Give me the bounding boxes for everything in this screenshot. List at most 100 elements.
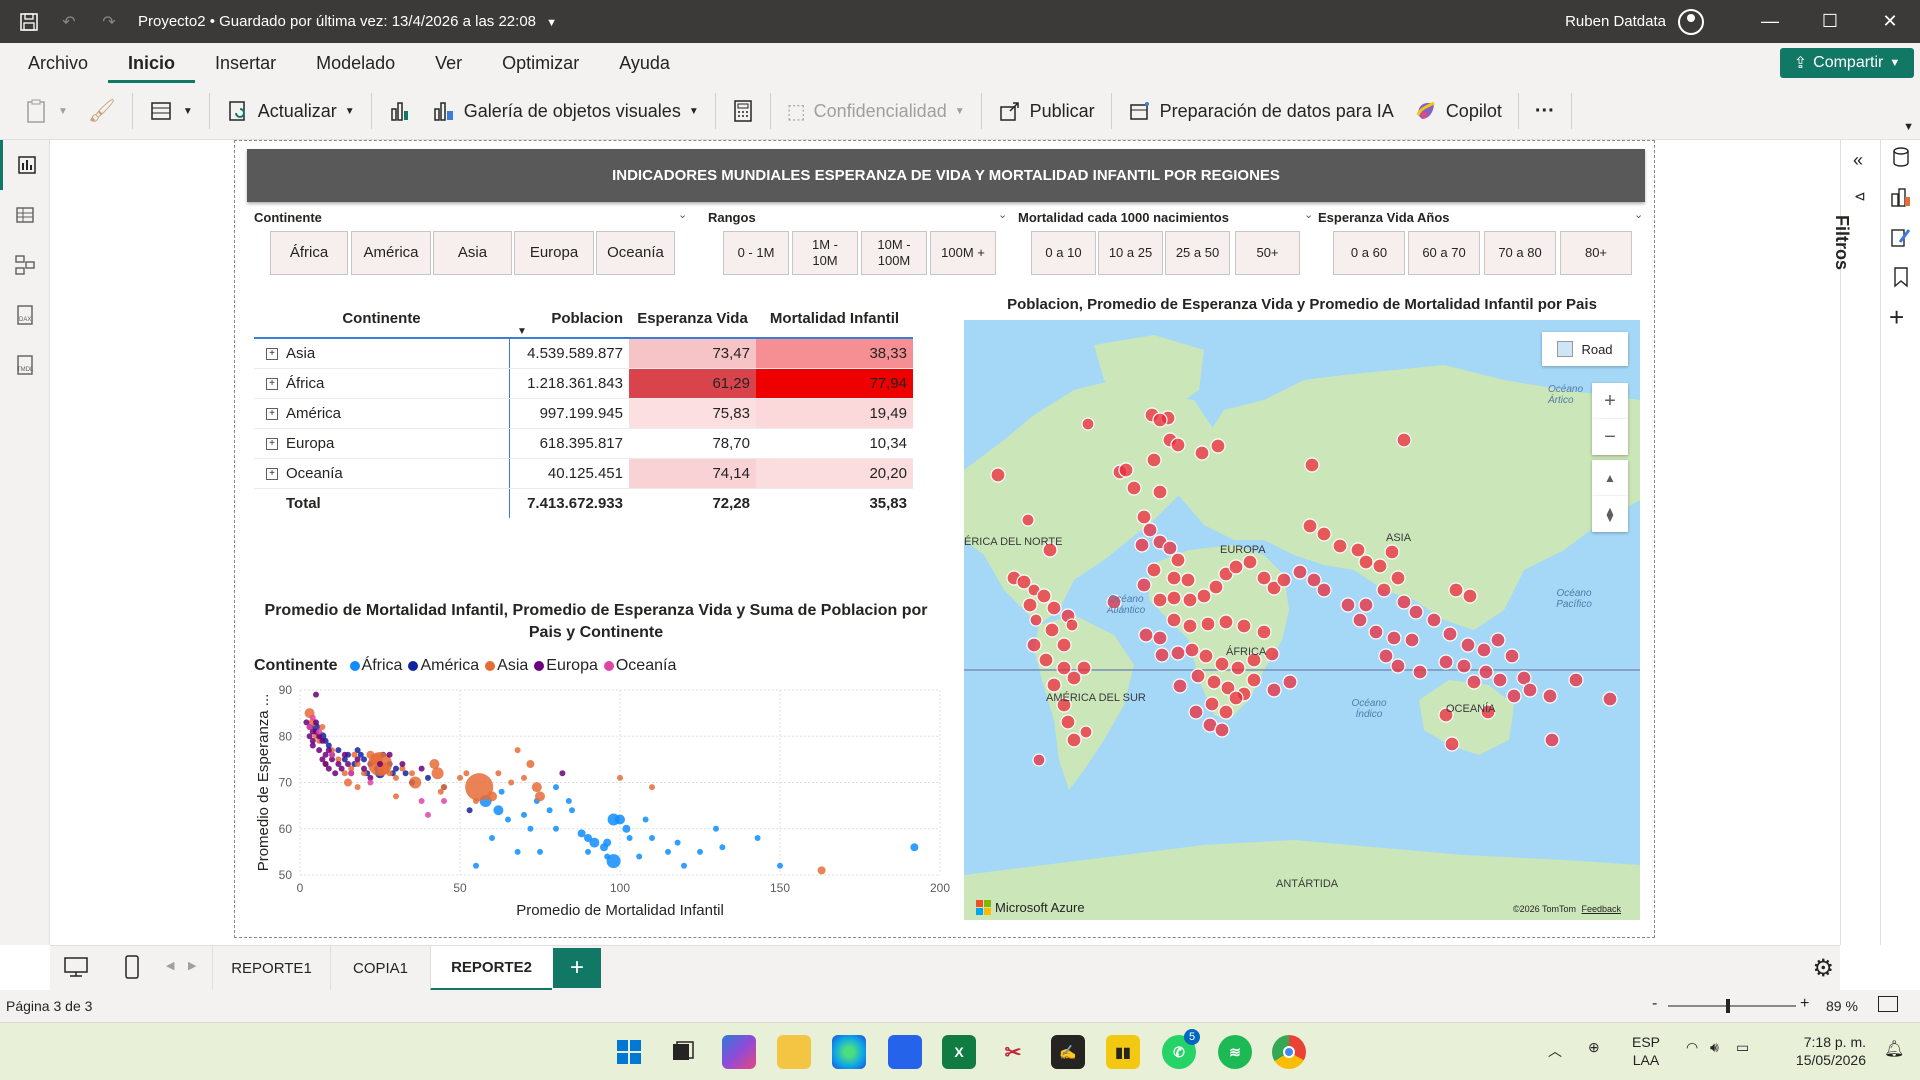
map-bubble[interactable]	[1218, 704, 1234, 720]
map-bubble[interactable]	[1204, 696, 1220, 712]
map-bubble[interactable]	[1376, 582, 1392, 598]
map-bubble[interactable]	[990, 467, 1006, 483]
map-bubble[interactable]	[1358, 597, 1374, 613]
map-bubble[interactable]	[1188, 704, 1204, 720]
map-bubble[interactable]	[1162, 540, 1178, 556]
copilot-button[interactable]: Copilot	[1404, 91, 1512, 131]
slicer-option-0-1m[interactable]: 0 - 1M	[723, 231, 789, 275]
scatter-point[interactable]	[777, 862, 783, 869]
map-bubble[interactable]	[1408, 604, 1424, 620]
map-bubble[interactable]	[1460, 637, 1476, 653]
menu-archivo[interactable]: Archivo	[8, 43, 108, 83]
map-bubble[interactable]	[1378, 648, 1394, 664]
user-name[interactable]: Ruben Datdata	[1565, 13, 1666, 30]
map-bubble[interactable]	[1142, 522, 1158, 538]
scatter-point[interactable]	[393, 765, 399, 772]
windows-start-icon[interactable]	[612, 1035, 646, 1069]
slicer-option-europa[interactable]: Europa	[514, 231, 594, 275]
close-button[interactable]: ✕	[1860, 0, 1920, 43]
scatter-point[interactable]	[487, 791, 497, 802]
scatter-point[interactable]	[332, 770, 339, 777]
fit-to-page-icon[interactable]	[1878, 996, 1898, 1012]
scatter-point[interactable]	[636, 853, 643, 860]
tab-reporte2[interactable]: REPORTE2	[430, 946, 552, 991]
slicer-option-1m-10m[interactable]: 1M - 10M	[792, 231, 858, 275]
scatter-point[interactable]	[626, 835, 633, 841]
scatter-point[interactable]	[316, 747, 323, 754]
map-bubble[interactable]	[1046, 600, 1062, 616]
scatter-point[interactable]	[329, 751, 335, 758]
tab-copia1[interactable]: COPIA1	[330, 946, 430, 991]
visualizations-pane-icon[interactable]	[1890, 186, 1912, 213]
scatter-point[interactable]	[546, 807, 553, 814]
more-options-button[interactable]: ···	[1525, 91, 1565, 131]
table-view-icon[interactable]	[0, 190, 50, 240]
publish-button[interactable]: Publicar	[988, 91, 1105, 131]
map-bubble[interactable]	[1358, 554, 1374, 570]
header-continente[interactable]: Continente	[254, 300, 509, 338]
scatter-point[interactable]	[386, 770, 393, 777]
expand-icon[interactable]: +	[266, 467, 278, 480]
scatter-point[interactable]	[325, 765, 332, 772]
report-view-icon[interactable]	[0, 140, 50, 190]
scatter-point[interactable]	[425, 774, 431, 781]
map-bubble[interactable]	[1079, 725, 1093, 739]
map-bubble[interactable]	[1152, 412, 1168, 428]
scatter-point[interactable]	[338, 765, 345, 772]
ai-data-prep-button[interactable]: Preparación de datos para IA	[1118, 91, 1404, 131]
map-bubble[interactable]	[1230, 660, 1246, 676]
slicer-option-25-a-50[interactable]: 25 a 50	[1165, 231, 1230, 275]
map-bubble[interactable]	[1146, 562, 1162, 578]
avatar[interactable]	[1678, 8, 1704, 35]
table-row[interactable]: + Europa 618.395.817 78,70 10,34	[254, 428, 913, 459]
scatter-point[interactable]	[535, 791, 545, 802]
map-bubble[interactable]	[1404, 632, 1420, 648]
legend-label[interactable]: América	[420, 657, 479, 675]
new-visual-button[interactable]	[378, 91, 422, 131]
tab-reporte1[interactable]: REPORTE1	[212, 946, 330, 991]
map-bubble[interactable]	[1542, 688, 1558, 704]
scatter-point[interactable]	[348, 770, 355, 777]
slicer-option-10m-100m[interactable]: 10M - 100M	[861, 231, 927, 275]
scatter-point[interactable]	[553, 825, 559, 832]
map-bubble[interactable]	[1170, 645, 1186, 661]
zoom-in-button[interactable]: +	[1592, 383, 1628, 419]
document-title[interactable]: Proyecto2 • Guardado por última vez: 13/…	[138, 13, 557, 30]
scatter-point[interactable]	[431, 767, 444, 780]
scatter-point[interactable]	[345, 761, 351, 767]
excel-icon[interactable]: X	[942, 1035, 976, 1069]
slicer-option-america[interactable]: América	[351, 231, 431, 275]
scatter-point[interactable]	[514, 848, 521, 855]
expand-icon[interactable]: +	[266, 407, 278, 420]
map-bubble[interactable]	[1152, 484, 1168, 500]
header-mortalidad[interactable]: Mortalidad Infantil	[756, 300, 913, 338]
map-bubble[interactable]	[1026, 637, 1042, 653]
map-bubble[interactable]	[1390, 658, 1406, 674]
scatter-point[interactable]	[319, 737, 326, 744]
spotify-icon[interactable]: ≋	[1218, 1035, 1252, 1069]
scatter-point[interactable]	[409, 776, 422, 789]
scatter-point[interactable]	[354, 784, 361, 791]
map-bubble[interactable]	[1065, 618, 1079, 632]
scatter-point[interactable]	[521, 811, 527, 818]
map-bubble[interactable]	[1396, 432, 1412, 448]
compass-button[interactable]: ⧫	[1592, 496, 1628, 532]
model-view-icon[interactable]	[0, 240, 50, 290]
scatter-point[interactable]	[344, 778, 352, 787]
map-bubble[interactable]	[1180, 572, 1196, 588]
slicer-option-africa[interactable]: África	[270, 231, 348, 275]
map-bubble[interactable]	[1170, 552, 1186, 568]
scatter-point[interactable]	[719, 844, 726, 851]
map-bubble[interactable]	[1442, 626, 1458, 642]
map-bubble[interactable]	[1544, 732, 1560, 748]
map-bubble[interactable]	[1478, 664, 1494, 680]
add-pane-icon[interactable]: +	[1889, 304, 1904, 330]
scatter-point[interactable]	[473, 862, 479, 869]
map-bubble[interactable]	[1390, 570, 1406, 586]
scatter-point[interactable]	[457, 774, 463, 781]
scatter-point[interactable]	[569, 807, 575, 814]
scatter-point[interactable]	[354, 756, 361, 763]
wifi-icon[interactable]: ◠	[1686, 1039, 1698, 1056]
menu-inicio[interactable]: Inicio	[108, 43, 196, 83]
scatter-point[interactable]	[559, 770, 566, 777]
